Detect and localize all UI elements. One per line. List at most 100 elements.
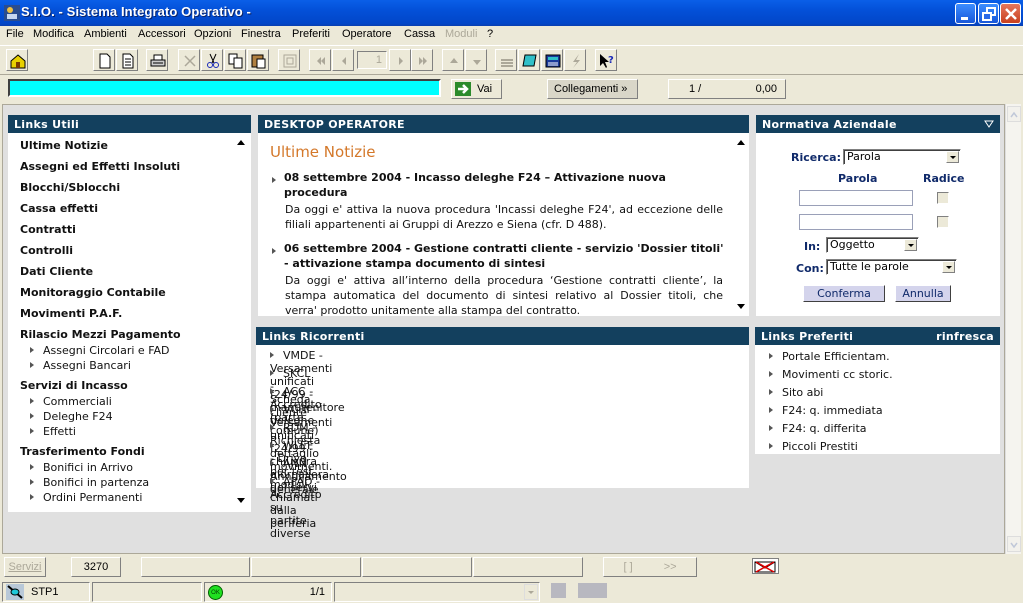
menu-cassa[interactable]: Cassa xyxy=(404,28,435,40)
link-movimenti-paf[interactable]: Movimenti P.A.F. xyxy=(20,307,122,320)
context-help-button[interactable]: ? xyxy=(595,49,617,71)
collapse-icon[interactable] xyxy=(984,120,994,128)
news-headline[interactable]: 06 settembre 2004 - Gestione contratti c… xyxy=(284,241,724,271)
link-assegni-circolari[interactable]: Assegni Circolari e FAD xyxy=(30,344,170,357)
menu-accessori[interactable]: Accessori xyxy=(138,28,186,40)
document-icon xyxy=(122,53,134,69)
radice-checkbox-1[interactable] xyxy=(937,192,949,204)
link-ultime-notizie[interactable]: Ultime Notizie xyxy=(20,139,108,152)
collegamenti-button[interactable]: Collegamenti » xyxy=(547,79,638,99)
parola-input-2[interactable] xyxy=(799,214,913,230)
link-ordini-permanenti[interactable]: Ordini Permanenti xyxy=(30,491,142,504)
group-rilascio-mezzi-pagamento[interactable]: Rilascio Mezzi Pagamento xyxy=(20,328,181,341)
go-button[interactable]: Vai xyxy=(451,79,502,99)
link-controlli[interactable]: Controlli xyxy=(20,244,73,257)
news-headline[interactable]: 08 settembre 2004 - Incasso deleghe F24 … xyxy=(284,170,724,200)
bullet-icon xyxy=(30,362,34,368)
mail-disabled-icon[interactable] xyxy=(752,558,779,574)
scroll-up-icon[interactable] xyxy=(237,140,245,145)
function-key-1[interactable] xyxy=(141,557,250,577)
link-effetti[interactable]: Effetti xyxy=(30,425,76,438)
prev-page-button[interactable] xyxy=(332,49,354,71)
minimize-button[interactable] xyxy=(955,3,976,24)
link-contratti[interactable]: Contratti xyxy=(20,223,76,236)
recurring-link-apad[interactable]: APAD - Accredito su partite diverse xyxy=(270,475,322,540)
radice-checkbox-2[interactable] xyxy=(937,216,949,228)
link-cassa-effetti[interactable]: Cassa effetti xyxy=(20,202,98,215)
link-blocchi-sblocchi[interactable]: Blocchi/Sblocchi xyxy=(20,181,120,194)
menu-modifica[interactable]: Modifica xyxy=(33,28,74,40)
next-page-button[interactable] xyxy=(389,49,411,71)
in-value: Oggetto xyxy=(830,238,875,251)
down-button[interactable] xyxy=(465,49,487,71)
bullet-icon xyxy=(769,371,773,377)
link-assegni-bancari[interactable]: Assegni Bancari xyxy=(30,359,131,372)
copy-button[interactable] xyxy=(224,49,246,71)
page-number-field[interactable]: 1 xyxy=(357,51,387,69)
link-assegni-effetti-insoluti[interactable]: Assegni ed Effetti Insoluti xyxy=(20,160,180,173)
refresh-link[interactable]: rinfresca xyxy=(936,330,994,343)
menu-ambienti[interactable]: Ambienti xyxy=(84,28,127,40)
scroll-down-button[interactable] xyxy=(1007,536,1021,552)
menu-opzioni[interactable]: Opzioni xyxy=(194,28,231,40)
status-dropdown[interactable] xyxy=(334,582,540,602)
home-button[interactable] xyxy=(6,49,28,71)
link-dati-cliente[interactable]: Dati Cliente xyxy=(20,265,93,278)
calculator-button[interactable] xyxy=(541,49,563,71)
down-icon xyxy=(473,60,481,65)
con-select[interactable]: Tutte le parole xyxy=(826,259,957,275)
cut-button[interactable] xyxy=(201,49,223,71)
scroll-up-button[interactable] xyxy=(1007,106,1021,122)
new-button[interactable] xyxy=(93,49,115,71)
scroll-up-icon[interactable] xyxy=(737,140,745,145)
menu-preferiti[interactable]: Preferiti xyxy=(292,28,330,40)
conferma-button[interactable]: Conferma xyxy=(803,285,885,302)
close-icon xyxy=(1005,8,1017,20)
print-button[interactable] xyxy=(146,49,168,71)
notepad-button[interactable] xyxy=(518,49,540,71)
link-bonifici-arrivo[interactable]: Bonifici in Arrivo xyxy=(30,461,133,474)
vertical-scrollbar[interactable] xyxy=(1005,104,1021,554)
session-code[interactable]: 3270 xyxy=(71,557,121,577)
menu-operatore[interactable]: Operatore xyxy=(342,28,392,40)
group-servizi-incasso[interactable]: Servizi di Incasso xyxy=(20,379,128,392)
last-page-button[interactable] xyxy=(411,49,433,71)
menu-finestra[interactable]: Finestra xyxy=(241,28,281,40)
restore-button[interactable] xyxy=(978,3,999,24)
paste-button[interactable] xyxy=(247,49,269,71)
scroll-down-icon[interactable] xyxy=(237,498,245,503)
favorite-link[interactable]: Portale Efficientam. xyxy=(769,350,890,363)
ricerca-select[interactable]: Parola xyxy=(843,149,961,165)
in-select[interactable]: Oggetto xyxy=(826,237,919,253)
favorite-link[interactable]: F24: q. immediata xyxy=(769,404,883,417)
favorite-link[interactable]: Sito abi xyxy=(769,386,823,399)
archive-button[interactable] xyxy=(278,49,300,71)
close-button[interactable] xyxy=(1000,3,1021,24)
nav-buttons[interactable]: [ ] >> xyxy=(603,557,697,577)
delete-button[interactable] xyxy=(178,49,200,71)
lightning-button[interactable] xyxy=(564,49,586,71)
favorite-link[interactable]: Movimenti cc storic. xyxy=(769,368,893,381)
first-page-button[interactable] xyxy=(309,49,331,71)
link-monitoraggio-contabile[interactable]: Monitoraggio Contabile xyxy=(20,286,166,299)
favorite-link[interactable]: F24: q. differita xyxy=(769,422,867,435)
parola-input-1[interactable] xyxy=(799,190,913,206)
link-deleghe-f24[interactable]: Deleghe F24 xyxy=(30,410,113,423)
function-key-2[interactable] xyxy=(251,557,361,577)
annulla-button[interactable]: Annulla xyxy=(895,285,951,302)
function-key-3[interactable] xyxy=(362,557,472,577)
servizi-button[interactable]: Servizi xyxy=(4,557,46,577)
menu-help[interactable]: ? xyxy=(487,28,493,40)
stack-button[interactable] xyxy=(495,49,517,71)
chevron-down-icon xyxy=(946,151,959,163)
scroll-down-icon[interactable] xyxy=(737,304,745,309)
document-button[interactable] xyxy=(116,49,138,71)
command-input[interactable] xyxy=(8,79,441,97)
link-bonifici-partenza[interactable]: Bonifici in partenza xyxy=(30,476,149,489)
link-commerciali[interactable]: Commerciali xyxy=(30,395,112,408)
up-button[interactable] xyxy=(442,49,464,71)
menu-file[interactable]: File xyxy=(6,28,24,40)
favorite-link[interactable]: Piccoli Prestiti xyxy=(769,440,858,453)
function-key-4[interactable] xyxy=(473,557,583,577)
group-trasferimento-fondi[interactable]: Trasferimento Fondi xyxy=(20,445,145,458)
